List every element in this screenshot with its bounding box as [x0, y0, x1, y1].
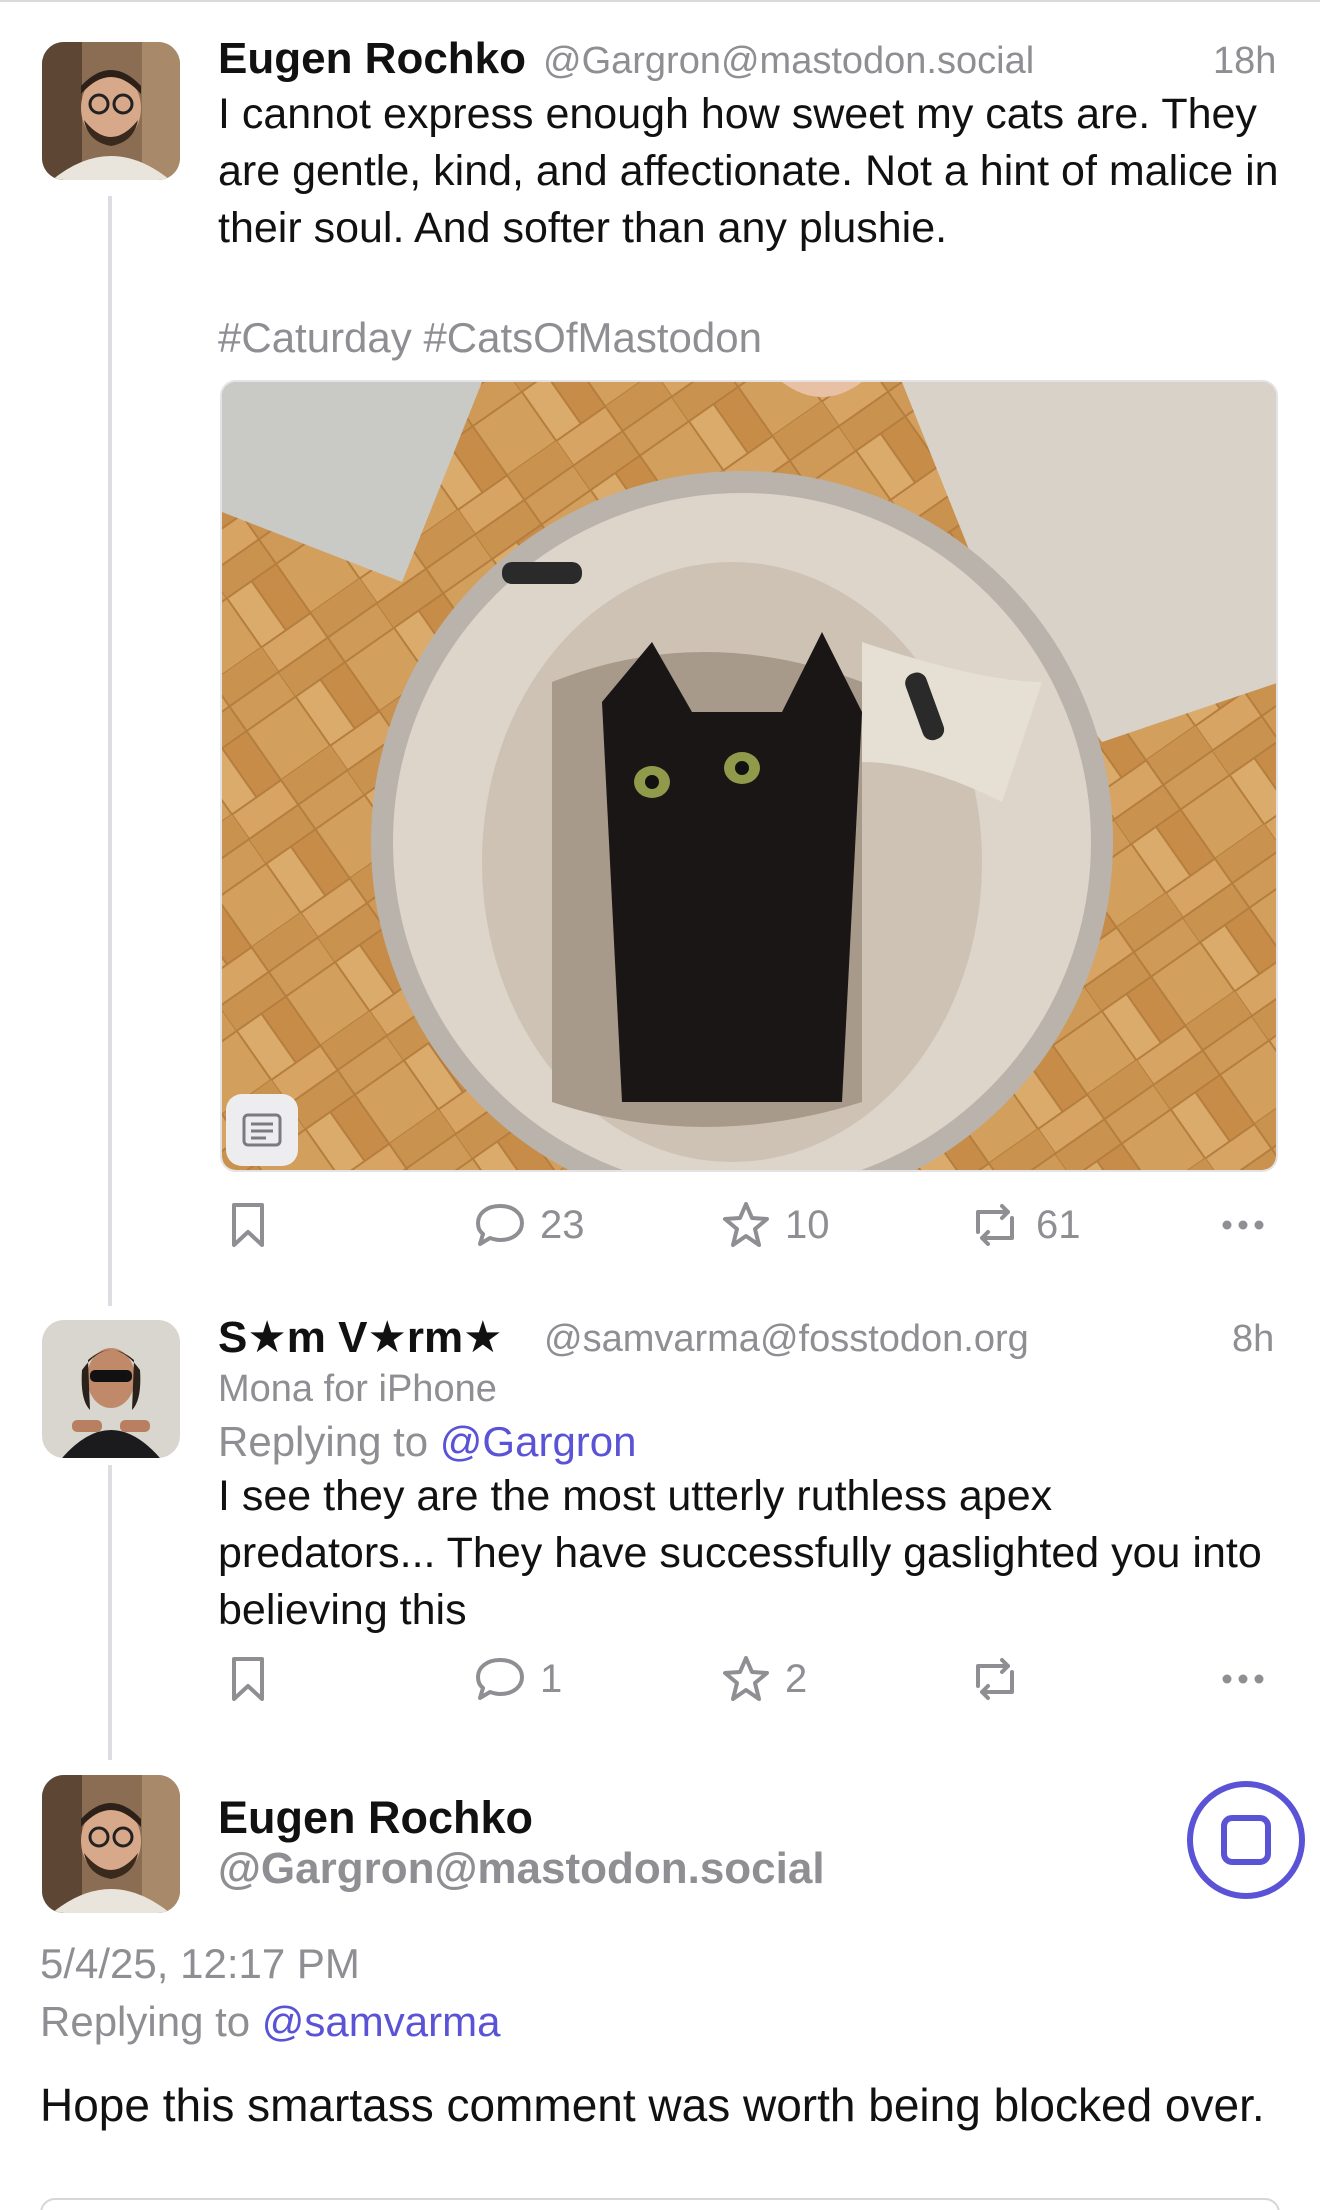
thread-line: [108, 1465, 112, 1760]
focused-handle[interactable]: @Gargron@mastodon.social: [218, 1844, 825, 1894]
stop-button[interactable]: [1186, 1780, 1306, 1900]
more-button[interactable]: [1221, 1644, 1265, 1714]
replying-to: Replying to @Gargron: [218, 1418, 637, 1466]
favourite-count: 10: [785, 1202, 830, 1247]
boost-icon: [976, 1204, 1014, 1246]
post-time: 18h: [1213, 40, 1277, 82]
boost-count: 61: [1036, 1202, 1081, 1247]
alt-text-button[interactable]: [226, 1094, 298, 1166]
stop-icon: [1187, 1781, 1305, 1899]
post-author[interactable]: S★m V★rm★: [218, 1312, 503, 1363]
replying-prefix: Replying to: [40, 1998, 262, 2045]
avatar[interactable]: [42, 1775, 180, 1913]
post-author[interactable]: Eugen Rochko: [218, 34, 526, 84]
alt-text-icon: [242, 1113, 282, 1147]
more-icon: [1222, 1220, 1264, 1230]
reply-count: 23: [540, 1202, 585, 1247]
bookmark-button[interactable]: [230, 1190, 266, 1260]
bookmark-icon: [232, 1657, 264, 1701]
thread-line: [108, 196, 112, 1306]
post-client: Mona for iPhone: [218, 1368, 497, 1410]
post-actions: 1 2: [218, 1644, 1278, 1714]
post-handle[interactable]: @Gargron@mastodon.social: [543, 40, 1034, 83]
replying-to-link[interactable]: @Gargron: [440, 1418, 637, 1465]
favourite-count: 2: [785, 1656, 808, 1701]
post-hashtags[interactable]: #Caturday #CatsOfMastodon: [218, 314, 762, 362]
reply-button[interactable]: 1: [474, 1644, 562, 1714]
bookmark-icon: [232, 1203, 264, 1247]
post-image[interactable]: [220, 380, 1278, 1172]
favourite-button[interactable]: 10: [721, 1190, 830, 1260]
compose-field-edge[interactable]: [40, 2198, 1280, 2210]
post-actions: 23 10 61: [218, 1190, 1278, 1260]
post-text: I cannot express enough how sweet my cat…: [218, 90, 1279, 252]
replying-to-link[interactable]: @samvarma: [262, 1998, 501, 2045]
bookmark-button[interactable]: [230, 1644, 266, 1714]
replying-prefix: Replying to: [218, 1418, 440, 1465]
boost-icon: [976, 1658, 1014, 1700]
avatar[interactable]: [42, 1320, 180, 1458]
reply-icon: [476, 1658, 524, 1700]
focused-author[interactable]: Eugen Rochko: [218, 1792, 533, 1844]
reply-count: 1: [540, 1656, 563, 1701]
star-icon: [723, 1202, 769, 1247]
reply-button[interactable]: 23: [474, 1190, 585, 1260]
focused-datetime: 5/4/25, 12:17 PM: [40, 1940, 360, 1987]
more-button[interactable]: [1221, 1190, 1265, 1260]
post-handle[interactable]: @samvarma@fosstodon.org: [544, 1318, 1029, 1361]
post-time: 8h: [1232, 1318, 1275, 1360]
post-text: I see they are the most utterly ruthless…: [218, 1472, 1262, 1634]
top-divider: [0, 0, 1320, 2]
avatar[interactable]: [42, 42, 180, 180]
favourite-button[interactable]: 2: [721, 1644, 807, 1714]
focused-text: Hope this smartass comment was worth bei…: [40, 2079, 1265, 2131]
star-icon: [723, 1656, 769, 1701]
boost-button[interactable]: [968, 1644, 1036, 1714]
more-icon: [1222, 1674, 1264, 1684]
reply-icon: [476, 1204, 524, 1246]
boost-button[interactable]: 61: [968, 1190, 1081, 1260]
focused-replying-to: Replying to @samvarma: [40, 1998, 500, 2046]
